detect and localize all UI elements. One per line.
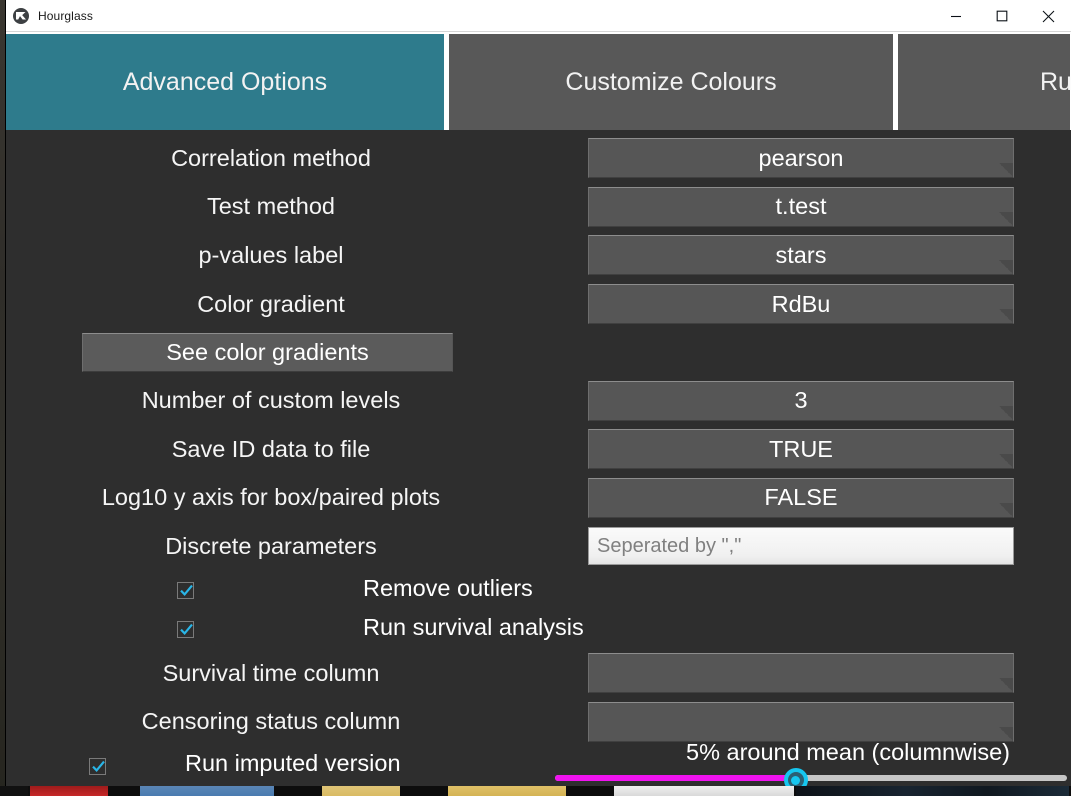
- row-discrete-parameters: Discrete parameters Seperated by ",": [6, 522, 1071, 571]
- checkbox-run-imputed-version[interactable]: [89, 757, 106, 775]
- taskbar-item[interactable]: [614, 786, 794, 796]
- tab-advanced-options[interactable]: Advanced Options: [6, 34, 444, 130]
- label-log10-y-axis: Log10 y axis for box/paired plots: [101, 484, 441, 511]
- taskbar-item[interactable]: [796, 786, 1069, 796]
- row-save-id-data-to-file: Save ID data to file TRUE: [6, 425, 1071, 474]
- row-run-survival-analysis: Run survival analysis: [6, 610, 1071, 649]
- window-title: Hourglass: [38, 8, 93, 23]
- taskbar-item[interactable]: [568, 786, 612, 796]
- row-log10-y-axis: Log10 y axis for box/paired plots FALSE: [6, 474, 1071, 523]
- select-test-method[interactable]: t.test: [588, 186, 1014, 227]
- taskbar-item[interactable]: [0, 786, 28, 796]
- label-color-gradient: Color gradient: [197, 290, 345, 317]
- row-p-values-label: p-values label stars: [6, 231, 1071, 280]
- select-number-of-custom-levels[interactable]: 3: [588, 380, 1014, 421]
- label-save-id-data-to-file: Save ID data to file: [171, 435, 371, 462]
- window-controls: [933, 0, 1071, 32]
- label-discrete-parameters: Discrete parameters: [165, 532, 377, 559]
- taskbar-item[interactable]: [402, 786, 446, 796]
- select-color-gradient[interactable]: RdBu: [588, 284, 1014, 325]
- taskbar-item[interactable]: [30, 786, 108, 796]
- window-titlebar: Hourglass: [6, 0, 1071, 32]
- hourglass-window: Hourglass Advanced Options Customize Col…: [6, 0, 1071, 788]
- close-icon[interactable]: [1025, 0, 1071, 32]
- taskbar-item[interactable]: [322, 786, 400, 796]
- row-remove-outliers: Remove outliers: [6, 571, 1071, 610]
- select-save-id-data-to-file[interactable]: TRUE: [588, 429, 1014, 470]
- select-survival-time-column[interactable]: [588, 653, 1014, 694]
- slider-handle[interactable]: [783, 768, 808, 788]
- label-correlation-method: Correlation method: [171, 144, 371, 171]
- row-number-of-custom-levels: Number of custom levels 3: [6, 376, 1071, 425]
- checkbox-remove-outliers[interactable]: [177, 581, 194, 599]
- row-survival-time-column: Survival time column: [6, 649, 1071, 698]
- row-test-method: Test method t.test: [6, 183, 1071, 232]
- desktop-background: Hourglass Advanced Options Customize Col…: [0, 0, 1071, 796]
- tab-customize-colours[interactable]: Customize Colours: [449, 34, 893, 130]
- slider-fill: [555, 775, 796, 781]
- tab-run[interactable]: Ru: [898, 34, 1071, 130]
- label-run-survival-analysis: Run survival analysis: [363, 613, 584, 640]
- label-number-of-custom-levels: Number of custom levels: [141, 387, 401, 414]
- label-survival-time-column: Survival time column: [162, 659, 380, 686]
- row-correlation-method: Correlation method pearson: [6, 134, 1071, 183]
- select-log10-y-axis[interactable]: FALSE: [588, 477, 1014, 518]
- label-remove-outliers: Remove outliers: [363, 574, 533, 601]
- taskbar: [0, 786, 1071, 796]
- maximize-icon[interactable]: [979, 0, 1025, 32]
- taskbar-item[interactable]: [110, 786, 138, 796]
- imputation-slider-group: 5% around mean (columnwise): [555, 739, 1067, 788]
- select-p-values-label[interactable]: stars: [588, 235, 1014, 276]
- hourglass-app-icon: [13, 7, 29, 24]
- taskbar-item[interactable]: [448, 786, 566, 796]
- row-color-gradient: Color gradient RdBu: [6, 280, 1071, 329]
- select-censoring-status-column[interactable]: [588, 701, 1014, 742]
- see-color-gradients-button[interactable]: See color gradients: [82, 332, 453, 372]
- label-test-method: Test method: [206, 193, 335, 220]
- taskbar-item[interactable]: [140, 786, 274, 796]
- label-p-values-label: p-values label: [198, 241, 344, 268]
- row-see-color-gradients: See color gradients: [6, 328, 1071, 376]
- input-discrete-parameters[interactable]: Seperated by ",": [588, 527, 1014, 566]
- label-censoring-status-column: Censoring status column: [141, 708, 401, 735]
- select-correlation-method[interactable]: pearson: [588, 138, 1014, 179]
- slider-caption: 5% around mean (columnwise): [686, 739, 1010, 765]
- minimize-icon[interactable]: [933, 0, 979, 32]
- taskbar-item[interactable]: [276, 786, 320, 796]
- advanced-options-panel: Correlation method pearson Test method t…: [6, 130, 1071, 788]
- tab-bar: Advanced Options Customize Colours Ru: [6, 32, 1071, 130]
- slider[interactable]: [555, 768, 1067, 788]
- checkbox-run-survival-analysis[interactable]: [177, 620, 194, 638]
- label-run-imputed-version: Run imputed version: [185, 749, 401, 776]
